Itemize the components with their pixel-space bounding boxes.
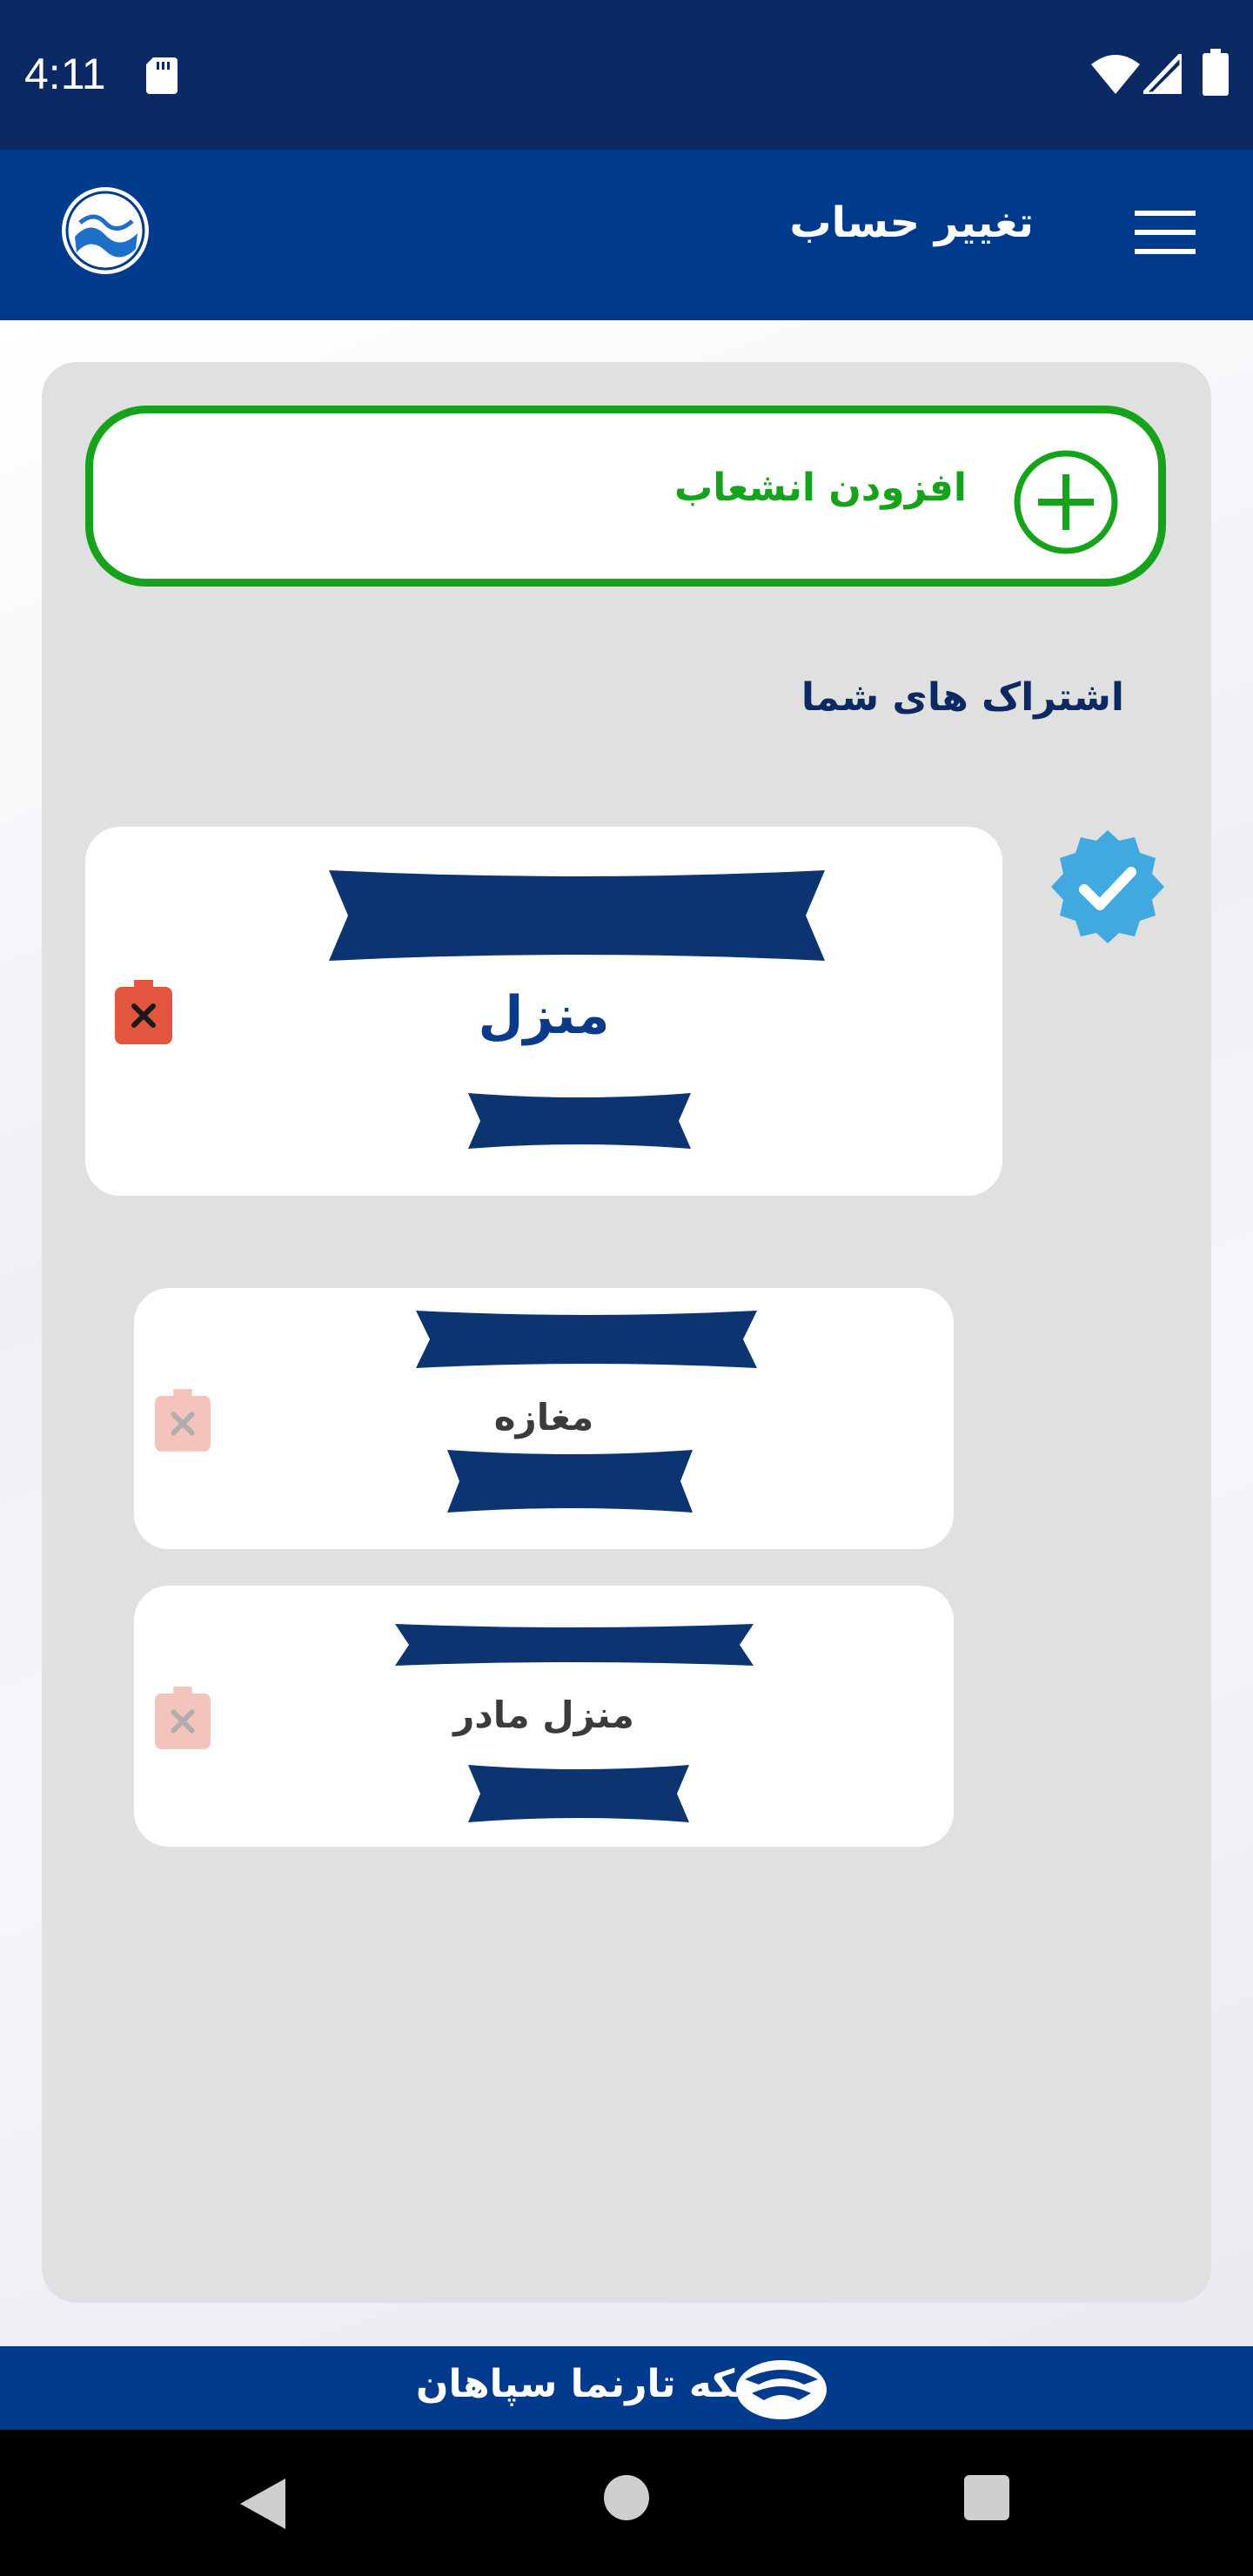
water-company-logo: [62, 187, 149, 274]
delete-icon[interactable]: [155, 1687, 211, 1749]
signal-icon: [1143, 54, 1182, 94]
subscriptions-heading: اشتراک های شما: [801, 675, 1124, 720]
footer-bar: شبکه تارنما سپاهان: [0, 2346, 1253, 2430]
system-navigation-bar: [0, 2430, 1253, 2576]
redacted-owner-name: [416, 1311, 757, 1368]
redacted-bill-id: [468, 1093, 691, 1149]
home-icon[interactable]: [604, 2475, 649, 2520]
subscription-card-active[interactable]: منزل: [85, 827, 1002, 1196]
status-bar: 4:11: [0, 0, 1253, 150]
delete-icon[interactable]: [115, 980, 172, 1044]
page-title: تغییر حساب: [789, 198, 1034, 247]
add-branch-label: افزودن انشعاب: [673, 466, 967, 510]
tarnama-logo-icon: [736, 2360, 827, 2419]
sd-card-icon: [146, 57, 178, 94]
wifi-icon: [1091, 55, 1140, 94]
back-icon[interactable]: [235, 2473, 296, 2534]
subscription-name: مغازه: [493, 1396, 594, 1439]
delete-icon[interactable]: [155, 1389, 211, 1452]
plus-circle-icon: [1014, 450, 1118, 554]
verified-check-icon: [1051, 830, 1164, 943]
add-branch-button[interactable]: افزودن انشعاب: [85, 406, 1166, 587]
redacted-owner-name: [395, 1624, 754, 1666]
status-time: 4:11: [24, 50, 106, 98]
subscription-name: منزل مادر: [453, 1694, 634, 1736]
subscription-card[interactable]: منزل مادر: [134, 1586, 954, 1847]
hamburger-menu-icon[interactable]: [1135, 211, 1196, 254]
redacted-bill-id: [447, 1450, 693, 1513]
subscription-card[interactable]: مغازه: [134, 1288, 954, 1549]
redacted-owner-name: [329, 870, 825, 961]
app-bar: تغییر حساب: [0, 150, 1253, 320]
recent-apps-icon[interactable]: [964, 2475, 1009, 2520]
redacted-bill-id: [468, 1765, 689, 1822]
battery-icon: [1203, 49, 1229, 96]
subscription-name: منزل: [478, 985, 610, 1046]
